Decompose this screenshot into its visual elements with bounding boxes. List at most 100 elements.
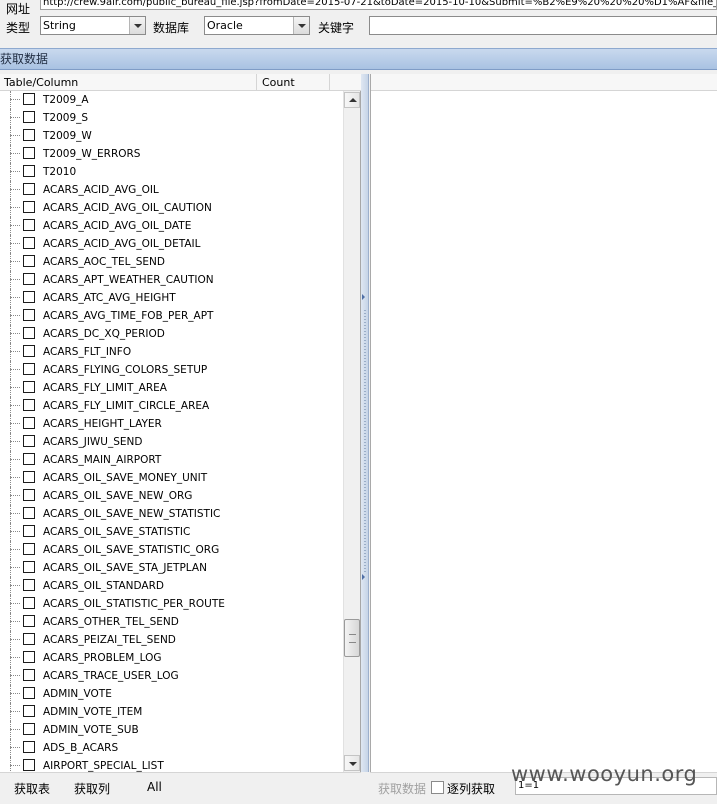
table-checkbox[interactable] [23, 453, 35, 465]
table-checkbox[interactable] [23, 111, 35, 123]
tree-row[interactable]: ACARS_OIL_SAVE_NEW_STATISTIC [0, 505, 343, 523]
table-checkbox[interactable] [23, 147, 35, 159]
tree-row[interactable]: ADMIN_VOTE_SUB [0, 721, 343, 739]
scrollbar-thumb[interactable] [344, 619, 360, 657]
tree-line [10, 477, 20, 478]
splitter-arrow-icon[interactable] [362, 574, 367, 580]
table-checkbox[interactable] [23, 363, 35, 375]
tree-row[interactable]: ACARS_OTHER_TEL_SEND [0, 613, 343, 631]
table-checkbox[interactable] [23, 273, 35, 285]
tree-row[interactable]: T2009_W_ERRORS [0, 145, 343, 163]
table-checkbox[interactable] [23, 507, 35, 519]
column-divider[interactable] [329, 74, 330, 91]
table-checkbox[interactable] [23, 291, 35, 303]
table-checkbox[interactable] [23, 705, 35, 717]
database-select[interactable]: Oracle [204, 16, 310, 35]
tree-row[interactable]: ACARS_FLT_INFO [0, 343, 343, 361]
tree-row[interactable]: ACARS_OIL_SAVE_STATISTIC [0, 523, 343, 541]
table-checkbox[interactable] [23, 129, 35, 141]
table-checkbox[interactable] [23, 543, 35, 555]
tree-row[interactable]: ACARS_FLY_LIMIT_AREA [0, 379, 343, 397]
chevron-down-icon[interactable] [129, 17, 145, 34]
tree-row[interactable]: ACARS_HEIGHT_LAYER [0, 415, 343, 433]
tree-row[interactable]: ACARS_PROBLEM_LOG [0, 649, 343, 667]
tree-row[interactable]: ACARS_TRACE_USER_LOG [0, 667, 343, 685]
table-checkbox[interactable] [23, 723, 35, 735]
tree-row[interactable]: ACARS_OIL_STATISTIC_PER_ROUTE [0, 595, 343, 613]
tree-row[interactable]: ACARS_OIL_SAVE_STA_JETPLAN [0, 559, 343, 577]
table-checkbox[interactable] [23, 435, 35, 447]
tree-scrollbar[interactable] [343, 91, 360, 772]
table-checkbox[interactable] [23, 669, 35, 681]
tree-row[interactable]: T2009_W [0, 127, 343, 145]
tree-row[interactable]: ACARS_AOC_TEL_SEND [0, 253, 343, 271]
tree-row[interactable]: ADS_B_ACARS [0, 739, 343, 757]
table-checkbox[interactable] [23, 741, 35, 753]
table-checkbox[interactable] [23, 759, 35, 771]
chevron-down-icon[interactable] [293, 17, 309, 34]
table-checkbox[interactable] [23, 309, 35, 321]
tree-row[interactable]: ACARS_FLY_LIMIT_CIRCLE_AREA [0, 397, 343, 415]
table-checkbox[interactable] [23, 201, 35, 213]
tree-row[interactable]: ACARS_OIL_SAVE_NEW_ORG [0, 487, 343, 505]
get-data-button[interactable]: 获取数据 [378, 780, 426, 797]
table-checkbox[interactable] [23, 687, 35, 699]
tree-row[interactable]: ACARS_ACID_AVG_OIL_DATE [0, 217, 343, 235]
table-checkbox[interactable] [23, 417, 35, 429]
table-checkbox[interactable] [23, 489, 35, 501]
tree-row[interactable]: ACARS_ACID_AVG_OIL [0, 181, 343, 199]
keyword-input[interactable] [369, 16, 717, 35]
tree-row[interactable]: ACARS_ACID_AVG_OIL_DETAIL [0, 235, 343, 253]
tree-row[interactable]: ACARS_ATC_AVG_HEIGHT [0, 289, 343, 307]
url-input[interactable]: http://crew.9air.com/public_bureau_file.… [40, 0, 717, 10]
scroll-up-icon[interactable] [344, 92, 360, 108]
table-checkbox[interactable] [23, 345, 35, 357]
table-checkbox[interactable] [23, 579, 35, 591]
tree-row[interactable]: ACARS_OIL_SAVE_MONEY_UNIT [0, 469, 343, 487]
table-checkbox[interactable] [23, 561, 35, 573]
tree-row[interactable]: ACARS_DC_XQ_PERIOD [0, 325, 343, 343]
type-select[interactable]: String [40, 16, 146, 35]
tree-row[interactable]: ADMIN_VOTE [0, 685, 343, 703]
get-columns-button[interactable]: 获取列 [74, 780, 110, 797]
tree-row[interactable]: ACARS_JIWU_SEND [0, 433, 343, 451]
get-tables-button[interactable]: 获取表 [14, 780, 50, 797]
by-column-checkbox[interactable] [431, 781, 444, 794]
tree-row[interactable]: ACARS_OIL_STANDARD [0, 577, 343, 595]
table-checkbox[interactable] [23, 597, 35, 609]
table-checkbox[interactable] [23, 219, 35, 231]
column-divider[interactable] [256, 74, 257, 91]
table-checkbox[interactable] [23, 381, 35, 393]
table-checkbox[interactable] [23, 255, 35, 267]
splitter-arrow-icon[interactable] [362, 294, 367, 300]
tree-row[interactable]: T2009_S [0, 109, 343, 127]
table-checkbox[interactable] [23, 237, 35, 249]
tree-row[interactable]: ACARS_ACID_AVG_OIL_CAUTION [0, 199, 343, 217]
tree-row[interactable]: ACARS_AVG_TIME_FOB_PER_APT [0, 307, 343, 325]
tree-row[interactable]: ACARS_FLYING_COLORS_SETUP [0, 361, 343, 379]
splitter-grip[interactable] [364, 310, 366, 572]
tree-row[interactable]: ACARS_MAIN_AIRPORT [0, 451, 343, 469]
column-header-table[interactable]: Table/Column [4, 76, 78, 89]
tree-row[interactable]: ACARS_APT_WEATHER_CAUTION [0, 271, 343, 289]
table-checkbox[interactable] [23, 327, 35, 339]
table-checkbox[interactable] [23, 525, 35, 537]
tree-row[interactable]: ACARS_PEIZAI_TEL_SEND [0, 631, 343, 649]
column-header-count[interactable]: Count [262, 76, 295, 89]
table-checkbox[interactable] [23, 165, 35, 177]
table-checkbox[interactable] [23, 93, 35, 105]
table-checkbox[interactable] [23, 399, 35, 411]
table-checkbox[interactable] [23, 471, 35, 483]
tree-row[interactable]: ADMIN_VOTE_ITEM [0, 703, 343, 721]
panel-splitter[interactable] [361, 74, 369, 772]
scroll-down-icon[interactable] [344, 755, 360, 771]
select-all-button[interactable]: All [147, 780, 162, 794]
table-checkbox[interactable] [23, 633, 35, 645]
tree-row[interactable]: T2010 [0, 163, 343, 181]
tree-row[interactable]: T2009_A [0, 91, 343, 109]
table-checkbox[interactable] [23, 615, 35, 627]
tree-row[interactable]: AIRPORT_SPECIAL_LIST [0, 757, 343, 772]
table-checkbox[interactable] [23, 183, 35, 195]
tree-row[interactable]: ACARS_OIL_SAVE_STATISTIC_ORG [0, 541, 343, 559]
table-checkbox[interactable] [23, 651, 35, 663]
